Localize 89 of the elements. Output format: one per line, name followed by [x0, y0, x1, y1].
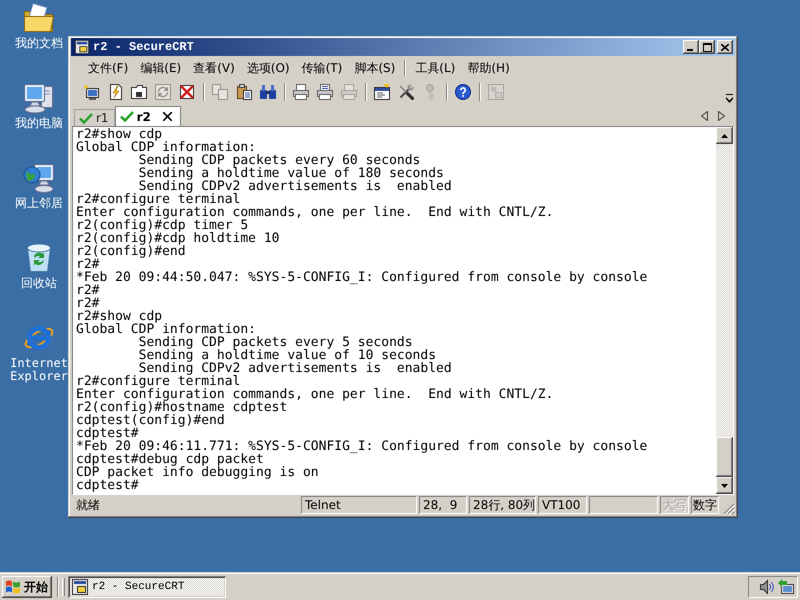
scroll-left-icon[interactable] [701, 110, 708, 120]
window-cross-icon[interactable] [179, 84, 195, 100]
terminal-line: r2#show cdp [76, 127, 162, 142]
status-panel: Telnet [301, 496, 417, 514]
clipboard-icon[interactable] [236, 84, 252, 100]
speaker-icon[interactable] [759, 579, 775, 595]
desktop-icon-label[interactable]: 我的电脑 [15, 117, 63, 130]
terminal-line: Sending CDP packets every 5 seconds [138, 335, 413, 350]
window-title: r2 - SecureCRT [93, 40, 194, 54]
scroll-up-button[interactable] [716, 127, 733, 144]
folder-icon[interactable] [131, 84, 147, 100]
printer-page-icon[interactable] [317, 84, 333, 100]
terminal-line: cdptest# [76, 478, 139, 493]
window-properties-icon[interactable] [374, 84, 390, 100]
status-message: 就绪 [76, 496, 100, 514]
menu-item[interactable]: 查看(V) [187, 59, 241, 77]
terminal-line: cdptest(config)#end [76, 413, 225, 428]
terminal-line: r2#show cdp [76, 309, 162, 324]
terminal-line: Enter configuration commands, one per line. End with CNTL/Z. [76, 205, 554, 220]
tools-icon[interactable] [398, 84, 414, 100]
desktop-icon-label[interactable]: Internet Explorer [8, 357, 70, 383]
monitor-arrow-icon[interactable] [778, 579, 794, 595]
desktop-icon-label[interactable]: 网上邻居 [15, 197, 63, 210]
up-arrow-icon [721, 134, 728, 138]
terminal-screen[interactable] [72, 126, 734, 495]
maximize-button[interactable] [699, 40, 715, 54]
start-button[interactable]: 开始 [2, 576, 52, 598]
close-icon[interactable] [162, 112, 172, 121]
terminal-line: Sending a holdtime value of 10 seconds [138, 348, 436, 363]
binoculars-icon[interactable] [260, 84, 276, 100]
monitor-star-icon[interactable] [83, 84, 99, 100]
help-icon[interactable] [455, 84, 471, 100]
desktop-icon-label[interactable]: 我的文档 [15, 37, 63, 50]
terminal-line: r2#configure terminal [76, 192, 240, 207]
menu-item[interactable]: 选项(O) [240, 59, 296, 77]
tab[interactable]: r2 [114, 106, 181, 126]
minimize-icon [687, 49, 693, 51]
terminal-line: r2# [76, 296, 100, 311]
terminal-line: Global CDP information: [76, 322, 256, 337]
tab[interactable]: r1 [74, 109, 115, 126]
key-indicator: 数字 [691, 496, 719, 514]
menu-item[interactable]: 编辑(E) [134, 59, 188, 77]
status-panel: 28行, 80列 [469, 496, 536, 514]
app-window-icon [72, 579, 88, 595]
chevron-icon[interactable] [726, 94, 733, 103]
menu-item[interactable]: 工具(L) [409, 59, 462, 77]
minimize-button[interactable] [683, 40, 699, 54]
menu-item[interactable]: 文件(F) [82, 59, 134, 77]
terminal-line: Sending CDPv2 advertisements is enabled [138, 361, 452, 376]
terminal-line: Sending CDP packets every 60 seconds [138, 153, 420, 168]
terminal-line: r2#configure terminal [76, 374, 240, 389]
status-panel [589, 496, 658, 514]
flag-icon [5, 580, 21, 594]
terminal-line: r2# [76, 283, 100, 298]
terminal-line: CDP packet info debugging is on [76, 465, 319, 480]
menu-item[interactable]: 传输(T) [296, 59, 348, 77]
terminal-line: cdptest# [76, 426, 139, 441]
down-arrow-icon [721, 484, 728, 488]
menu-item[interactable]: 脚本(S) [348, 59, 402, 77]
terminal-line: Global CDP information: [76, 140, 256, 155]
terminal-line: Sending CDPv2 advertisements is enabled [138, 179, 452, 194]
network-computer-icon[interactable] [23, 162, 55, 194]
terminal-line: *Feb 20 09:46:11.771: %SYS-5-CONFIG_I: Configured from console by console [76, 439, 648, 454]
scrollbar-thumb[interactable] [716, 437, 733, 477]
taskbar-button[interactable]: r2 - SecureCRT [68, 576, 226, 598]
document-lightning-icon[interactable] [107, 84, 123, 100]
app-window-icon [75, 40, 89, 54]
terminal-line: Sending a holdtime value of 180 seconds [138, 166, 444, 181]
close-button[interactable] [717, 40, 733, 54]
terminal-line: r2(config)#cdp holdtime 10 [76, 231, 280, 246]
size-grip-icon[interactable] [723, 503, 735, 515]
scroll-down-button[interactable] [716, 477, 733, 494]
terminal-line: Enter configuration commands, one per line. End with CNTL/Z. [76, 387, 554, 402]
terminal-line: cdptest#debug cdp packet [76, 452, 264, 467]
menu-item[interactable]: 帮助(H) [461, 59, 516, 77]
maximize-icon [702, 42, 712, 52]
terminal-line: r2(config)#cdp timer 5 [76, 218, 248, 233]
terminal-line: r2(config)#hostname cdptest [76, 400, 288, 415]
status-panel: 28, 9 [419, 496, 467, 514]
desktop-icon-label[interactable]: 回收站 [21, 277, 57, 290]
computer-icon[interactable] [23, 82, 55, 114]
terminal-line: *Feb 20 09:44:50.047: %SYS-5-CONFIG_I: Configured from console by console [76, 270, 648, 285]
status-panel: VT100 [538, 496, 587, 514]
printer-icon[interactable] [293, 84, 309, 100]
terminal-line: r2# [76, 257, 100, 272]
scrollbar[interactable] [716, 127, 733, 494]
terminal-line: r2(config)#end [76, 244, 186, 259]
close-icon [721, 44, 729, 50]
scroll-right-icon[interactable] [718, 110, 725, 120]
